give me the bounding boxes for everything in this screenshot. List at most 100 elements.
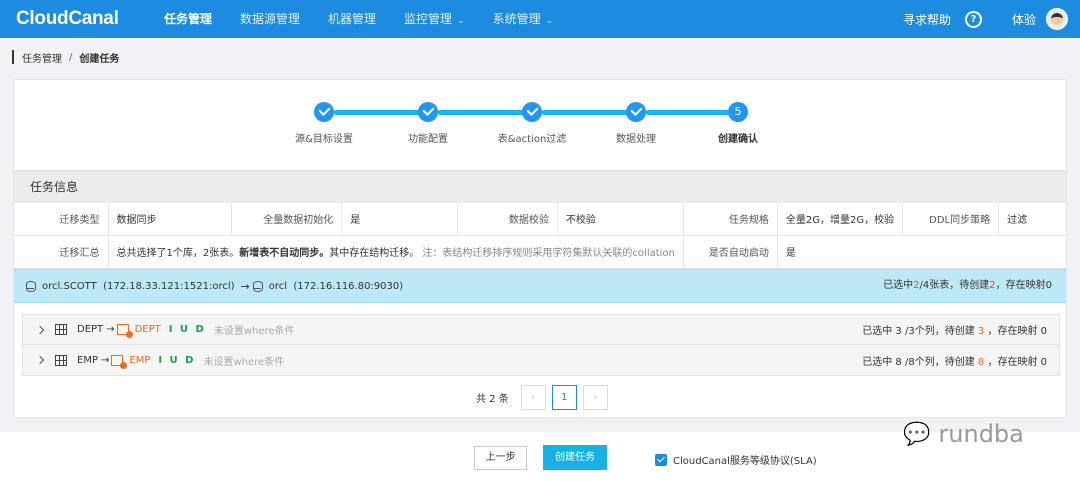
dml-ops[interactable]: I U D	[158, 355, 195, 366]
summary-structure: 其中存在结构迁移。	[329, 248, 420, 259]
breadcrumb-current: 创建任务	[79, 53, 120, 65]
info-label: 全量数据初始化	[231, 202, 343, 236]
column-summary: 已选中 3 /3个列，待创建 3 ，存在映射 0	[862, 322, 1047, 337]
nav-item-monitor[interactable]: 监控管理 ⌄	[390, 0, 479, 38]
info-label: 迁移汇总	[14, 235, 109, 269]
nav-item-label: 机器管理	[328, 12, 377, 26]
info-value: 数据同步	[108, 202, 233, 236]
question-circle-icon[interactable]: ?	[964, 10, 982, 28]
info-label: 是否自动启动	[683, 235, 778, 269]
check-icon	[522, 102, 542, 122]
step-number: 5	[728, 102, 748, 122]
info-value: 是	[777, 235, 1066, 269]
prev-page-button[interactable]: ‹	[520, 384, 546, 410]
info-summary: 总共选择了1个库，2张表。新增表不自动同步。其中存在结构迁移。 注：表结构迁移排…	[108, 235, 684, 269]
main-nav: 任务管理 数据源管理 机器管理 监控管理 ⌄ 系统管理 ⌄	[150, 0, 567, 38]
target-table-name: DEPT	[134, 324, 161, 335]
nav-item-label: 监控管理	[404, 12, 453, 26]
where-condition[interactable]: 未设置where条件	[214, 322, 295, 337]
avatar-face-icon	[1051, 13, 1063, 25]
arrow-right-icon: →	[100, 354, 110, 366]
dml-ops[interactable]: I U D	[169, 324, 206, 335]
info-value: 不校验	[557, 202, 684, 236]
prev-step-button[interactable]: 上一步	[474, 446, 527, 470]
source-table-name: EMP	[77, 354, 98, 366]
task-info-table: 迁移类型 数据同步 全量数据初始化 是 数据校验 不校验 任务规格 全量2G，增…	[14, 202, 1066, 269]
help-link[interactable]: 寻求帮助	[903, 11, 951, 28]
nav-item-system[interactable]: 系统管理 ⌄	[479, 0, 568, 38]
step-data-process: 数据处理	[596, 102, 676, 145]
create-task-button[interactable]: 创建任务	[543, 445, 607, 470]
table-mapping-list: DEPT → DEPT I U D 未设置where条件 已选中 3 /3个列，…	[22, 314, 1060, 376]
info-label: 迁移类型	[14, 202, 109, 236]
avatar[interactable]	[1046, 8, 1068, 30]
arrow-right-icon: →	[106, 324, 115, 335]
info-row: 迁移类型 数据同步 全量数据初始化 是 数据校验 不校验 任务规格 全量2G，增…	[14, 202, 1066, 236]
page-1-button[interactable]: 1	[551, 384, 577, 410]
info-row: 迁移汇总 总共选择了1个库，2张表。新增表不自动同步。其中存在结构迁移。 注：表…	[14, 235, 1066, 269]
to-create-count: 8	[977, 356, 985, 368]
step-table-filter: 表&action过滤	[492, 102, 572, 145]
database-icon	[252, 280, 263, 292]
step-label: 创建确认	[718, 134, 758, 145]
chevron-right-icon[interactable]	[35, 325, 45, 334]
watermark-text: rundba	[938, 420, 1024, 448]
nav-item-machine[interactable]: 机器管理	[314, 0, 390, 38]
where-condition[interactable]: 未设置where条件	[203, 353, 284, 368]
next-page-button[interactable]: ›	[582, 384, 608, 410]
step-label: 表&action过滤	[497, 134, 567, 145]
summary-text: 已选中	[883, 280, 914, 291]
nav-item-datasource[interactable]: 数据源管理	[226, 0, 314, 38]
step-feature-config: 功能配置	[388, 102, 468, 145]
target-db-addr: (172.16.116.80:9030)	[293, 280, 404, 292]
info-value: 全量2G，增量2G，校验	[777, 202, 904, 236]
db-selection-summary: 已选中2/4张表，待创建2，存在映射0	[883, 270, 1052, 302]
check-icon	[418, 102, 438, 122]
to-create-count: 3	[977, 326, 985, 337]
summary-text: 已选中 3 /3个列，待创建	[862, 326, 975, 337]
target-table-name: EMP	[129, 354, 151, 366]
nav-item-label: 数据源管理	[240, 12, 301, 26]
nav-item-label: 任务管理	[164, 12, 213, 26]
info-label: DDL同步策略	[902, 202, 1000, 236]
chevron-down-icon: ⌄	[457, 16, 465, 26]
chevron-down-icon: ⌄	[545, 16, 554, 26]
app-logo[interactable]: CloudCanal	[0, 8, 150, 30]
step-source-target: 源&目标设置	[284, 102, 364, 145]
step-confirm: 5 创建确认	[698, 102, 778, 145]
nav-right: 寻求帮助 ? 体验	[903, 0, 1080, 38]
summary-note: 注：表结构迁移排序规则采用字符集默认关联的collation	[422, 248, 675, 259]
summary-text: /4张表，待创建	[919, 280, 990, 291]
wechat-icon: 💬	[903, 421, 931, 447]
nav-item-task[interactable]: 任务管理	[150, 0, 226, 38]
sla-agreement[interactable]: CloudCanal服务等级协议(SLA)	[655, 452, 817, 467]
sla-checkbox[interactable]	[655, 453, 667, 466]
summary-text: ，存在映射 0	[987, 356, 1047, 368]
steps-progress: 源&目标设置 功能配置 表&action过滤 数据处理 5 创建确认	[14, 102, 1068, 152]
summary-text: ，存在映射 0	[987, 326, 1047, 337]
database-icon	[26, 280, 36, 292]
sla-label[interactable]: CloudCanal服务等级协议(SLA)	[673, 452, 817, 467]
chevron-right-icon[interactable]	[35, 355, 45, 365]
check-icon	[314, 102, 334, 122]
step-label: 功能配置	[408, 134, 448, 145]
breadcrumb: 任务管理 / 创建任务	[12, 50, 120, 65]
user-name[interactable]: 体验	[1012, 11, 1036, 28]
section-title: 任务信息	[14, 170, 1066, 203]
column-summary: 已选中 8 /8个列，待创建 8 ，存在映射 0	[862, 353, 1047, 368]
watermark: 💬 rundba	[903, 420, 1024, 448]
target-table-icon	[116, 324, 133, 338]
table-row[interactable]: EMP → EMP I U D 未设置where条件 已选中 8 /8个列，待创…	[23, 345, 1059, 375]
source-table-name: DEPT	[77, 324, 104, 335]
top-navbar: CloudCanal 任务管理 数据源管理 机器管理 监控管理 ⌄ 系统管理 ⌄ 寻…	[0, 0, 1080, 38]
info-value: 是	[341, 202, 458, 236]
summary-text: ，存在映射0	[995, 280, 1052, 291]
db-mapping-bar: orcl.SCOTT (172.18.33.121:1521:orcl) → o…	[14, 269, 1066, 303]
source-db-name: orcl.SCOTT	[42, 280, 97, 292]
info-label: 任务规格	[683, 202, 778, 236]
arrow-right-icon: →	[240, 279, 250, 293]
check-icon	[626, 102, 646, 122]
target-db-name: orcl	[268, 280, 288, 292]
table-row[interactable]: DEPT → DEPT I U D 未设置where条件 已选中 3 /3个列，…	[23, 315, 1059, 345]
breadcrumb-parent[interactable]: 任务管理	[22, 50, 62, 65]
